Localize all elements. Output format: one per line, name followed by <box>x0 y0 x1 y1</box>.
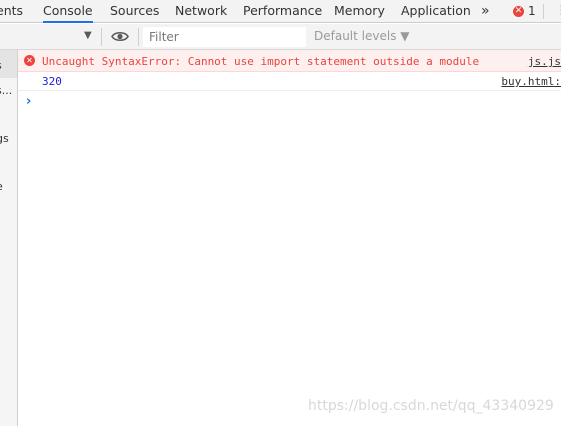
sidebar-item-warnings[interactable]: gs <box>0 132 9 145</box>
console-message-error: ✕ Uncaught SyntaxError: Cannot use impor… <box>18 50 561 72</box>
log-levels-dropdown[interactable]: Default levels ▼ <box>314 29 410 43</box>
sidebar-item-verbose[interactable]: e <box>0 180 3 193</box>
more-tabs-icon[interactable]: » <box>481 0 490 22</box>
source-link[interactable]: buy.html: <box>501 75 561 88</box>
sidebar-item-user-messages[interactable]: s... <box>0 84 12 97</box>
source-link[interactable]: js.js <box>528 55 561 68</box>
error-icon: ✕ <box>24 55 35 66</box>
console-toolbar: ▼ Default levels ▼ <box>0 24 561 50</box>
tab-sources[interactable]: Sources <box>110 0 159 22</box>
tab-network[interactable]: Network <box>175 0 227 22</box>
console-sidebar: s s... gs e <box>0 50 18 426</box>
console-message-log: 320 buy.html: <box>18 72 561 91</box>
context-dropdown-icon[interactable]: ▼ <box>84 30 92 41</box>
console-prompt-icon[interactable]: › <box>26 94 31 109</box>
filter-input[interactable] <box>143 27 306 47</box>
devtools-tab-bar: ents Console Sources Network Performance… <box>0 0 561 23</box>
console-output: ✕ Uncaught SyntaxError: Cannot use impor… <box>18 50 561 426</box>
error-circle-icon: ✕ <box>513 5 524 17</box>
divider <box>138 28 139 46</box>
divider <box>543 4 544 19</box>
message-text: Uncaught SyntaxError: Cannot use import … <box>42 55 480 68</box>
sidebar-selection <box>0 50 17 78</box>
error-count-badge[interactable]: ✕ 1 <box>513 3 536 19</box>
message-text: 320 <box>42 75 62 88</box>
tab-application[interactable]: Application <box>401 0 471 22</box>
divider <box>101 28 102 46</box>
tab-console[interactable]: Console <box>43 0 93 23</box>
tab-elements[interactable]: ents <box>0 0 23 22</box>
tab-memory[interactable]: Memory <box>334 0 385 22</box>
tab-performance[interactable]: Performance <box>243 0 322 22</box>
error-count: 1 <box>528 4 536 18</box>
eye-icon[interactable] <box>111 30 129 43</box>
kebab-menu-icon[interactable]: ⋮ <box>555 3 561 19</box>
watermark: https://blog.csdn.net/qq_43340929 <box>308 398 554 414</box>
sidebar-item-messages[interactable]: s <box>0 59 2 72</box>
